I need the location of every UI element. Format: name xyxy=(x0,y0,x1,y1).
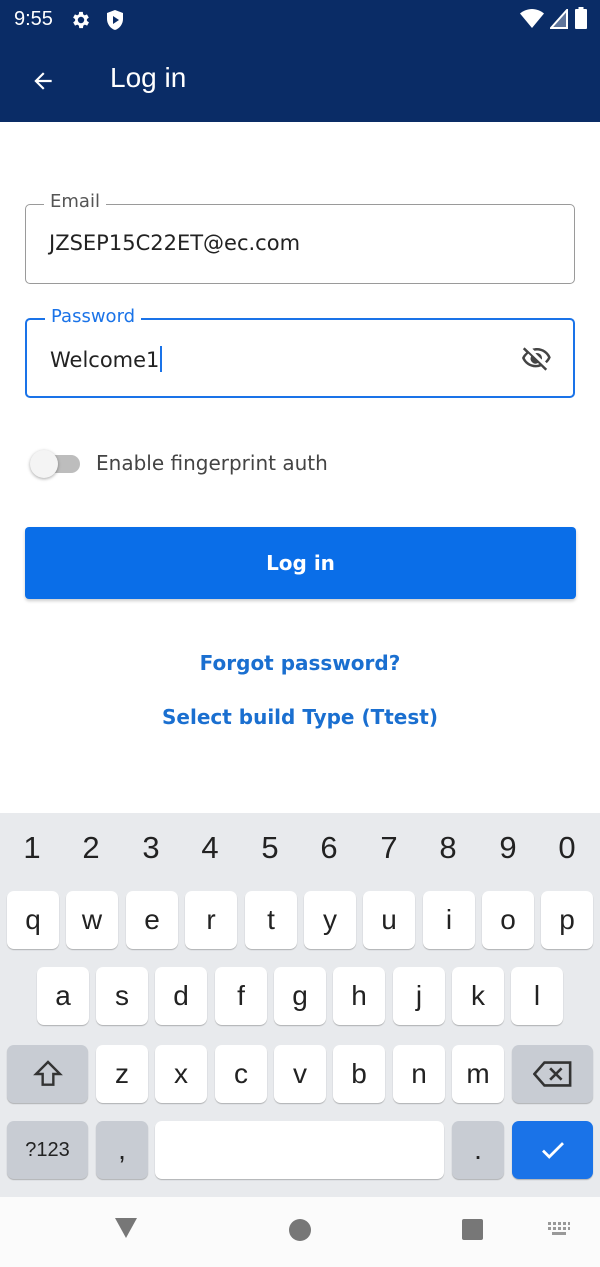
select-build-type-link[interactable]: Select build Type (Ttest) xyxy=(0,705,600,729)
key-v[interactable]: v xyxy=(274,1045,326,1103)
key-b[interactable]: b xyxy=(333,1045,385,1103)
keyboard-icon[interactable] xyxy=(547,1221,571,1237)
key-d[interactable]: d xyxy=(155,967,207,1025)
backspace-key[interactable] xyxy=(512,1045,593,1103)
status-bar: 9:55 xyxy=(0,0,600,40)
symbols-key[interactable]: ?123 xyxy=(7,1121,88,1179)
shift-icon xyxy=(32,1060,63,1086)
key-n[interactable]: n xyxy=(393,1045,445,1103)
key-w[interactable]: w xyxy=(66,891,118,949)
key-9[interactable]: 9 xyxy=(488,830,528,866)
key-0[interactable]: 0 xyxy=(547,830,587,866)
key-x[interactable]: x xyxy=(155,1045,207,1103)
key-u[interactable]: u xyxy=(363,891,415,949)
toggle-password-visibility-button[interactable] xyxy=(519,340,555,376)
back-button[interactable] xyxy=(22,60,64,102)
check-icon xyxy=(541,1142,564,1159)
key-l[interactable]: l xyxy=(511,967,563,1025)
password-label: Password xyxy=(45,306,142,327)
key-7[interactable]: 7 xyxy=(369,830,409,866)
key-p[interactable]: p xyxy=(541,891,593,949)
nav-recents-icon[interactable] xyxy=(462,1219,483,1240)
text-cursor xyxy=(160,346,163,372)
shield-icon xyxy=(107,10,123,30)
key-y[interactable]: y xyxy=(304,891,356,949)
key-5[interactable]: 5 xyxy=(250,830,290,866)
key-o[interactable]: o xyxy=(482,891,534,949)
system-nav-bar xyxy=(0,1197,600,1267)
arrow-back-icon xyxy=(34,72,52,90)
backspace-icon xyxy=(532,1061,571,1087)
fingerprint-label: Enable fingerprint auth xyxy=(96,451,328,475)
number-row: 1 2 3 4 5 6 7 8 9 0 xyxy=(0,813,600,883)
key-g[interactable]: g xyxy=(274,967,326,1025)
space-key[interactable] xyxy=(155,1121,444,1179)
key-e[interactable]: e xyxy=(126,891,178,949)
shift-key[interactable] xyxy=(7,1045,88,1103)
key-f[interactable]: f xyxy=(215,967,267,1025)
wifi-icon xyxy=(520,9,544,28)
key-t[interactable]: t xyxy=(245,891,297,949)
key-k[interactable]: k xyxy=(452,967,504,1025)
password-value-wrap: Welcome1 xyxy=(50,346,163,372)
key-c[interactable]: c xyxy=(215,1045,267,1103)
email-value: JZSEP15C22ET@ec.com xyxy=(49,231,301,255)
key-3[interactable]: 3 xyxy=(131,830,171,866)
key-i[interactable]: i xyxy=(423,891,475,949)
key-8[interactable]: 8 xyxy=(428,830,468,866)
status-time: 9:55 xyxy=(14,8,53,30)
key-2[interactable]: 2 xyxy=(71,830,111,866)
period-key[interactable]: . xyxy=(452,1121,504,1179)
key-6[interactable]: 6 xyxy=(309,830,349,866)
forgot-password-link[interactable]: Forgot password? xyxy=(0,651,600,675)
password-value: Welcome1 xyxy=(50,348,160,372)
login-button[interactable]: Log in xyxy=(25,527,576,599)
done-key[interactable] xyxy=(512,1121,593,1179)
fingerprint-toggle[interactable] xyxy=(30,450,80,478)
key-q[interactable]: q xyxy=(7,891,59,949)
comma-key[interactable]: , xyxy=(96,1121,148,1179)
key-z[interactable]: z xyxy=(96,1045,148,1103)
nav-home-icon[interactable] xyxy=(289,1219,311,1241)
battery-icon xyxy=(575,7,587,29)
key-1[interactable]: 1 xyxy=(12,830,52,866)
email-label: Email xyxy=(44,191,106,212)
nav-back-icon[interactable] xyxy=(114,1217,138,1239)
page-title: Log in xyxy=(110,62,187,93)
key-j[interactable]: j xyxy=(393,967,445,1025)
signal-icon xyxy=(550,9,568,29)
key-h[interactable]: h xyxy=(333,967,385,1025)
key-a[interactable]: a xyxy=(37,967,89,1025)
key-r[interactable]: r xyxy=(185,891,237,949)
gear-icon xyxy=(73,11,89,29)
key-s[interactable]: s xyxy=(96,967,148,1025)
password-field[interactable]: Password Welcome1 xyxy=(25,306,575,398)
symbols-key-label: ?123 xyxy=(25,1138,70,1161)
key-4[interactable]: 4 xyxy=(190,830,230,866)
eye-off-icon xyxy=(522,347,551,371)
toggle-thumb xyxy=(30,450,58,478)
soft-keyboard: 1 2 3 4 5 6 7 8 9 0 q w e r t y u i o p … xyxy=(0,813,600,1197)
app-bar: Log in xyxy=(0,40,600,122)
key-m[interactable]: m xyxy=(452,1045,504,1103)
email-field[interactable]: Email JZSEP15C22ET@ec.com xyxy=(25,191,575,284)
